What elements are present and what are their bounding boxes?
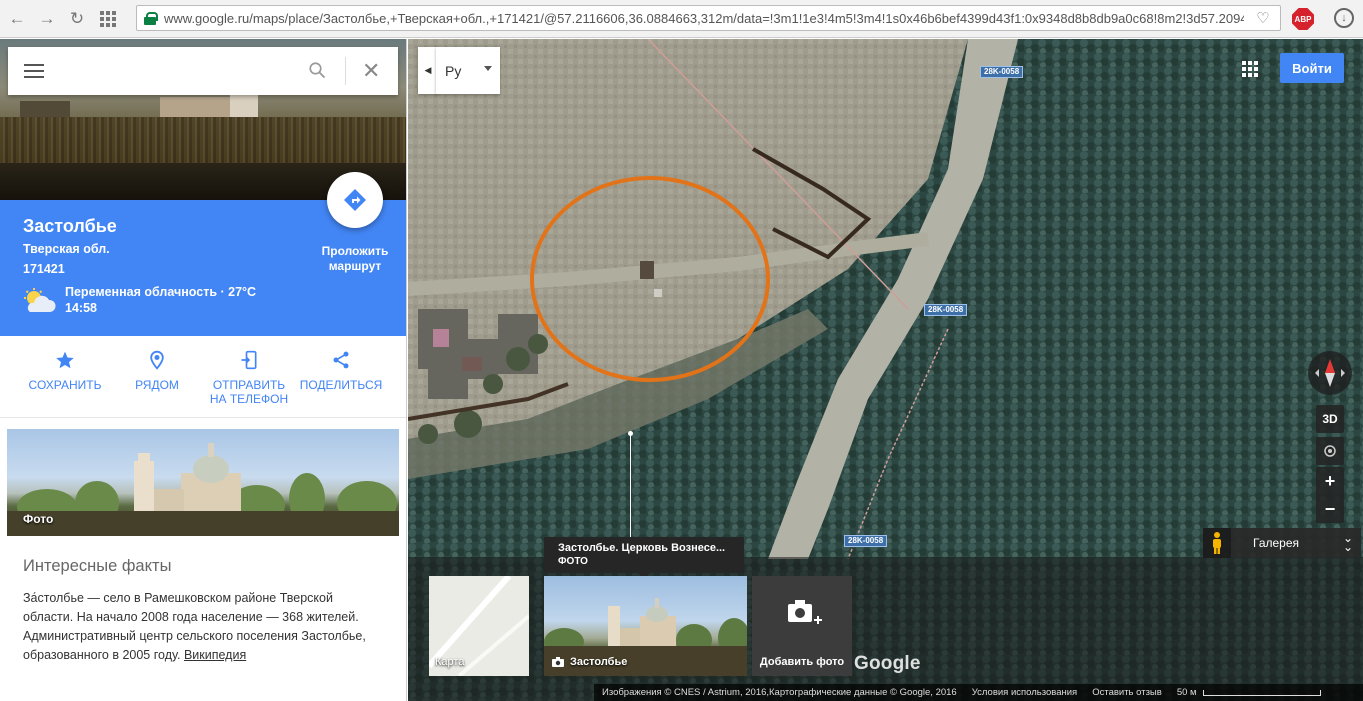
nearby-label: РЯДОМ	[135, 378, 179, 392]
search-input[interactable]	[60, 56, 320, 86]
apps-icon[interactable]	[98, 9, 118, 29]
browser-toolbar: ← → ↻ www.google.ru/maps/place/Застолбье…	[0, 0, 1363, 38]
save-label: СОХРАНИТЬ	[28, 378, 102, 392]
3d-toggle-button[interactable]: 3D	[1316, 405, 1344, 433]
photo-pointer-line	[630, 435, 631, 537]
google-apps-icon[interactable]	[1242, 61, 1258, 77]
address-bar[interactable]: www.google.ru/maps/place/Застолбье,+Твер…	[136, 5, 1281, 31]
tooltip-subtitle: ФОТО	[558, 556, 588, 567]
send-to-phone-button[interactable]: ОТПРАВИТЬ НА ТЕЛЕФОН	[204, 350, 294, 406]
language-select[interactable]: Ру	[436, 47, 500, 94]
scale-label[interactable]: 50 м	[1177, 687, 1197, 698]
download-icon[interactable]: ↓	[1334, 8, 1354, 28]
imagery-attribution: Изображения © CNES / Astrium, 2016,Карто…	[602, 687, 957, 698]
add-photo-button[interactable]: Добавить фото	[752, 576, 852, 676]
place-title: Застолбье	[23, 216, 117, 236]
zoom-in-button[interactable]: +	[1316, 467, 1344, 495]
chevron-double-down-icon: ⌄ ⌄	[1342, 531, 1353, 554]
photo-tooltip: Застолбье. Церковь Вознесе... ФОТО	[544, 537, 744, 579]
place-panel: Застолбье Тверская обл. 171421 Переменна…	[0, 39, 407, 701]
photo-card[interactable]: Фото	[7, 429, 399, 536]
partly-cloudy-icon	[24, 288, 56, 312]
place-postal-code: 171421	[23, 262, 65, 276]
add-photo-icon	[788, 600, 822, 624]
camera-icon	[552, 657, 564, 667]
gallery-toggle[interactable]: Галерея ⌄ ⌄	[1203, 528, 1361, 558]
road-label: 28K-0058	[924, 304, 968, 316]
close-icon[interactable]: ✕	[362, 60, 380, 82]
directions-icon	[344, 189, 366, 211]
weather-condition: Переменная облачность · 27°C	[65, 285, 257, 299]
google-logo: Google	[854, 653, 921, 674]
gallery-label: Галерея	[1253, 536, 1300, 550]
language-value: Ру	[445, 62, 462, 79]
share-label: ПОДЕЛИТЬСЯ	[299, 378, 383, 392]
facts-body: За́столбье — село в Рамешковском районе …	[23, 589, 383, 665]
search-divider	[345, 57, 346, 85]
local-time: 14:58	[65, 301, 97, 315]
share-button[interactable]: ПОДЕЛИТЬСЯ	[296, 350, 386, 392]
compass-icon	[1315, 359, 1345, 387]
photo-thumbnail[interactable]: Застолбье	[544, 576, 747, 676]
attribution-bar: Изображения © CNES / Astrium, 2016,Карто…	[594, 684, 1363, 701]
photo-thumbnail-label: Застолбье	[570, 656, 628, 668]
menu-icon[interactable]	[24, 64, 44, 78]
weather-info: Переменная облачность · 27°C 14:58	[65, 284, 256, 316]
send-to-phone-label: ОТПРАВИТЬ НА ТЕЛЕФОН	[209, 378, 289, 406]
url-text[interactable]: www.google.ru/maps/place/Застолбье,+Твер…	[164, 11, 1244, 26]
add-photo-label: Добавить фото	[759, 656, 845, 668]
back-icon[interactable]: ←	[4, 6, 30, 32]
sign-in-button[interactable]: Войти	[1280, 53, 1344, 83]
road-label: 28K-0058	[980, 66, 1024, 78]
feedback-link[interactable]: Оставить отзыв	[1092, 687, 1162, 698]
forward-icon[interactable]: →	[34, 6, 60, 32]
adblock-icon[interactable]: ABP	[1292, 8, 1314, 30]
star-icon	[56, 351, 74, 369]
directions-button[interactable]	[327, 172, 383, 228]
bookmark-heart-icon[interactable]: ♡	[1252, 9, 1274, 27]
map-canvas[interactable]: ◀ Ру Войти 28K-0058 28K-0058 28K-0058 3D…	[408, 39, 1363, 701]
lock-icon	[144, 11, 158, 25]
wikipedia-link[interactable]: Википедия	[184, 648, 246, 662]
collapse-panel-button[interactable]: ◀	[418, 47, 438, 94]
reload-icon[interactable]: ↻	[64, 6, 90, 32]
chevron-down-icon	[484, 66, 492, 71]
road-label: 28K-0058	[844, 535, 888, 547]
terms-link[interactable]: Условия использования	[972, 687, 1077, 698]
facts-title: Интересные факты	[23, 557, 172, 575]
scale-bar	[1202, 689, 1321, 696]
map-view-thumbnail[interactable]: Карта	[429, 576, 529, 676]
photo-label: Фото	[23, 512, 54, 526]
nearby-icon	[150, 350, 164, 370]
place-region: Тверская обл.	[23, 242, 110, 256]
church-photo	[7, 443, 399, 536]
nearby-button[interactable]: РЯДОМ	[112, 350, 202, 392]
place-header: Застолбье Тверская обл. 171421 Переменна…	[0, 172, 406, 336]
save-button[interactable]: СОХРАНИТЬ	[20, 350, 110, 392]
photo-thumbnail-caption: Застолбье	[552, 656, 627, 668]
action-row: СОХРАНИТЬ РЯДОМ ОТПРАВИТЬ НА ТЕЛЕФОН ПОД…	[0, 336, 406, 418]
my-location-icon	[1324, 445, 1336, 457]
tooltip-title: Застолбье. Церковь Вознесе...	[558, 542, 726, 554]
zoom-out-button[interactable]: −	[1316, 495, 1344, 523]
my-location-button[interactable]	[1316, 437, 1344, 465]
share-icon	[333, 351, 349, 369]
pegman-icon[interactable]	[1203, 528, 1231, 558]
search-box: ✕	[8, 47, 398, 95]
compass-button[interactable]	[1308, 351, 1352, 395]
search-icon[interactable]	[308, 61, 326, 79]
map-thumbnail-label: Карта	[435, 656, 465, 668]
send-to-phone-icon	[241, 350, 257, 370]
directions-label[interactable]: Проложить маршрут	[313, 244, 397, 274]
